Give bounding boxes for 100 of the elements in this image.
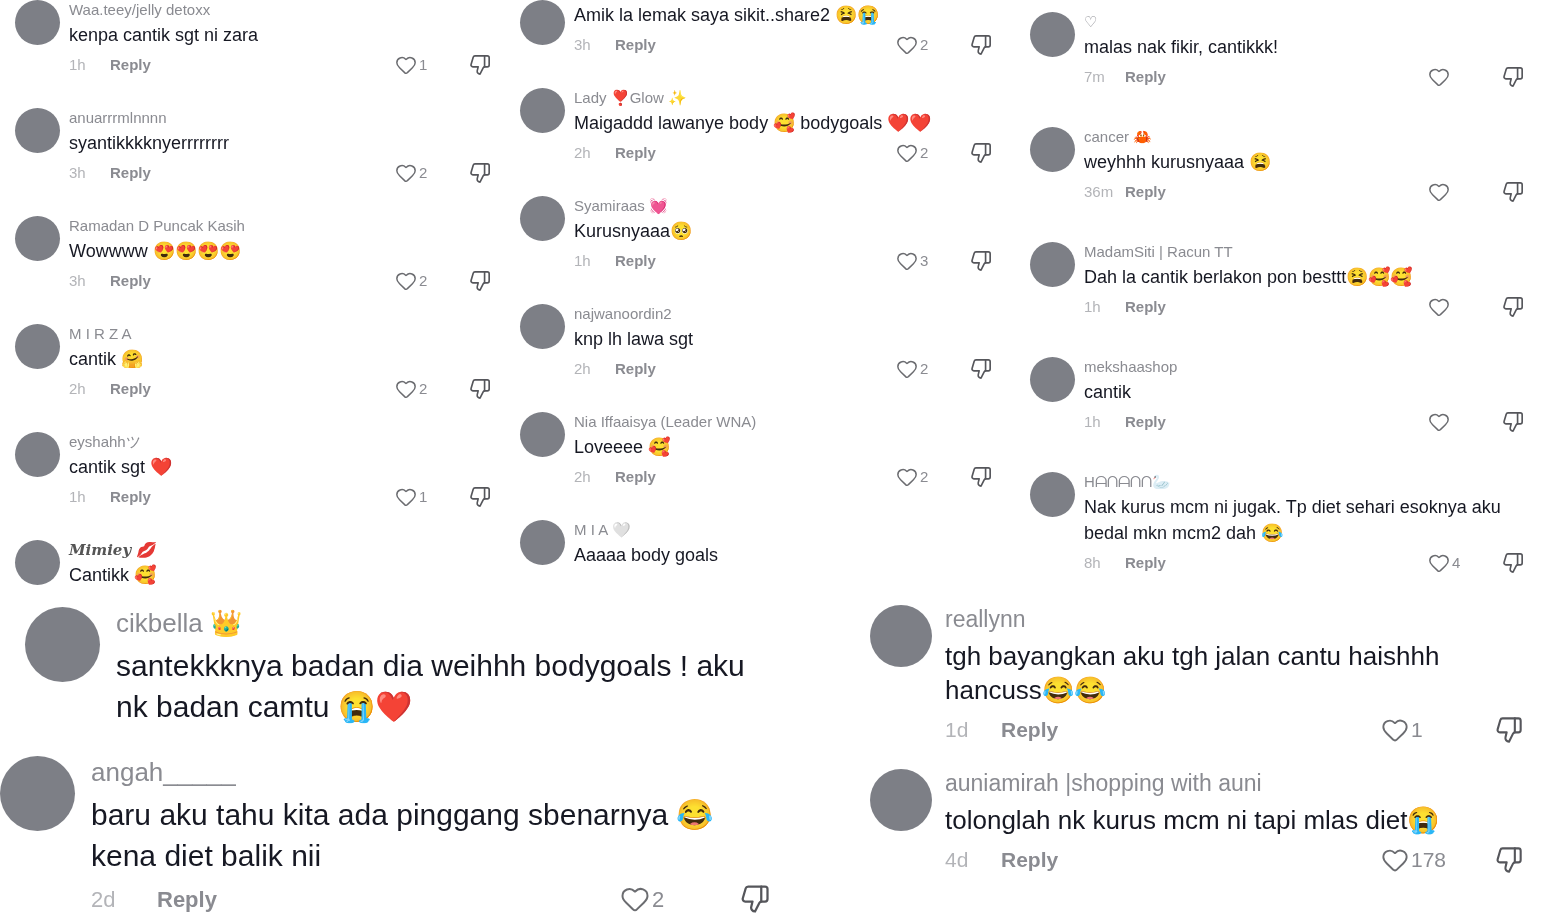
reply-button[interactable]: Reply <box>110 485 151 509</box>
thumbs-down-icon <box>1502 296 1524 318</box>
avatar-photo[interactable] <box>15 216 60 261</box>
reply-button[interactable]: Reply <box>110 269 151 293</box>
dislike-button[interactable] <box>740 884 770 914</box>
comment-time: 3h <box>69 270 87 291</box>
avatar-photo[interactable] <box>1030 357 1075 402</box>
reply-button[interactable]: Reply <box>157 882 217 916</box>
dislike-button[interactable] <box>1502 296 1524 318</box>
avatar-photo[interactable] <box>520 196 565 241</box>
like-button[interactable]: 1 <box>395 53 439 77</box>
dislike-button[interactable] <box>1502 181 1524 203</box>
avatar-photo[interactable] <box>520 304 565 349</box>
username[interactable]: eyshahhツ <box>69 432 491 452</box>
dislike-button[interactable] <box>469 378 491 400</box>
dislike-button[interactable] <box>970 358 992 380</box>
username[interactable]: reallynn <box>945 605 1523 633</box>
heart-icon <box>896 142 918 164</box>
dislike-button[interactable] <box>1495 846 1523 874</box>
comment-time: 3h <box>574 34 592 55</box>
comment-time: 1h <box>1084 296 1102 317</box>
avatar-photo[interactable] <box>15 108 60 153</box>
like-button[interactable]: 2 <box>620 882 696 916</box>
username[interactable]: Ramadan D Puncak Kasih <box>69 216 491 236</box>
comment-text: Aaaaa body goals <box>574 544 720 567</box>
reply-button[interactable]: Reply <box>110 53 151 77</box>
username[interactable]: Syamiraas 💓 <box>574 196 992 216</box>
reply-button[interactable]: Reply <box>1125 295 1166 319</box>
heart-icon <box>896 34 918 56</box>
thumbs-down-icon <box>970 250 992 272</box>
avatar-photo[interactable] <box>15 432 60 477</box>
like-button[interactable]: 178 <box>1381 844 1457 876</box>
like-button[interactable]: 2 <box>896 33 940 57</box>
dislike-button[interactable] <box>469 486 491 508</box>
username[interactable]: angah_____ <box>91 756 770 788</box>
avatar-photo[interactable] <box>1030 127 1075 172</box>
comment-text: cantik 🤗 <box>69 348 145 371</box>
username[interactable]: Lady ❣Glow ✨ <box>574 88 992 108</box>
avatar-photo[interactable] <box>520 0 565 45</box>
reply-button[interactable]: Reply <box>615 33 656 57</box>
heart-icon <box>896 466 918 488</box>
reply-button[interactable]: Reply <box>1125 180 1166 204</box>
comment-time: 36m <box>1084 181 1115 202</box>
dislike-button[interactable] <box>469 54 491 76</box>
username[interactable]: cancer 🦀 <box>1084 127 1524 147</box>
reply-button[interactable]: Reply <box>1125 410 1166 434</box>
like-button[interactable]: 2 <box>395 377 439 401</box>
username[interactable]: MadamSiti | Racun TT <box>1084 242 1524 262</box>
avatar-photo[interactable] <box>15 540 60 585</box>
reply-button[interactable]: Reply <box>1125 551 1166 575</box>
like-button[interactable]: 2 <box>395 161 439 185</box>
reply-button[interactable]: Reply <box>615 357 656 381</box>
username[interactable]: M I A 🤍 <box>574 520 992 540</box>
dislike-button[interactable] <box>1495 716 1523 744</box>
avatar-photo[interactable] <box>520 412 565 457</box>
comment-time: 1h <box>69 54 87 75</box>
dislike-button[interactable] <box>469 270 491 292</box>
avatar-photo[interactable] <box>1030 472 1075 517</box>
username[interactable]: Hᗩᑎᗩᑎᑎ🦢 <box>1084 472 1524 492</box>
like-button[interactable]: 2 <box>395 269 439 293</box>
reply-button[interactable]: Reply <box>1125 65 1166 89</box>
username[interactable]: Mimiey 💋 <box>69 540 491 560</box>
reply-button[interactable]: Reply <box>1001 844 1059 876</box>
dislike-button[interactable] <box>1502 66 1524 88</box>
username[interactable]: cikbella 👑 <box>116 607 770 639</box>
like-button[interactable]: 1 <box>395 485 439 509</box>
dislike-button[interactable] <box>1502 552 1524 574</box>
avatar-photo[interactable] <box>15 0 60 45</box>
username[interactable]: anuarrrmlnnnn <box>69 108 491 128</box>
username[interactable]: mekshaashop <box>1084 357 1524 377</box>
dislike-button[interactable] <box>970 34 992 56</box>
like-button[interactable]: 2 <box>896 141 940 165</box>
reply-button[interactable]: Reply <box>110 161 151 185</box>
like-button[interactable]: 1 <box>1381 714 1457 746</box>
dislike-button[interactable] <box>970 142 992 164</box>
like-button[interactable]: 3 <box>896 249 940 273</box>
avatar-photo[interactable] <box>520 88 565 133</box>
dislike-button[interactable] <box>970 250 992 272</box>
dislike-button[interactable] <box>1502 411 1524 433</box>
username[interactable]: M I R Z A <box>69 324 491 344</box>
reply-button[interactable]: Reply <box>615 141 656 165</box>
username[interactable]: Nia Iffaaisya (Leader WNA) <box>574 412 992 432</box>
dislike-button[interactable] <box>469 162 491 184</box>
avatar-photo[interactable] <box>1030 242 1075 287</box>
username[interactable]: ♡ <box>1084 12 1524 32</box>
username[interactable]: auniamirah |shopping with auni <box>945 769 1523 797</box>
reply-button[interactable]: Reply <box>1001 714 1059 746</box>
like-button[interactable]: 2 <box>896 465 940 489</box>
reply-button[interactable]: Reply <box>615 249 656 273</box>
dislike-button[interactable] <box>970 466 992 488</box>
avatar-photo[interactable] <box>520 520 565 565</box>
username[interactable]: Waa.teey/jelly detoxx <box>69 0 491 20</box>
like-button[interactable]: 2 <box>896 357 940 381</box>
like-button[interactable]: 4 <box>1428 551 1472 575</box>
avatar-photo[interactable] <box>15 324 60 369</box>
avatar-photo[interactable] <box>1030 12 1075 57</box>
reply-button[interactable]: Reply <box>615 465 656 489</box>
thumbs-down-icon <box>1502 411 1524 433</box>
reply-button[interactable]: Reply <box>110 377 151 401</box>
username[interactable]: najwanoordin2 <box>574 304 992 324</box>
